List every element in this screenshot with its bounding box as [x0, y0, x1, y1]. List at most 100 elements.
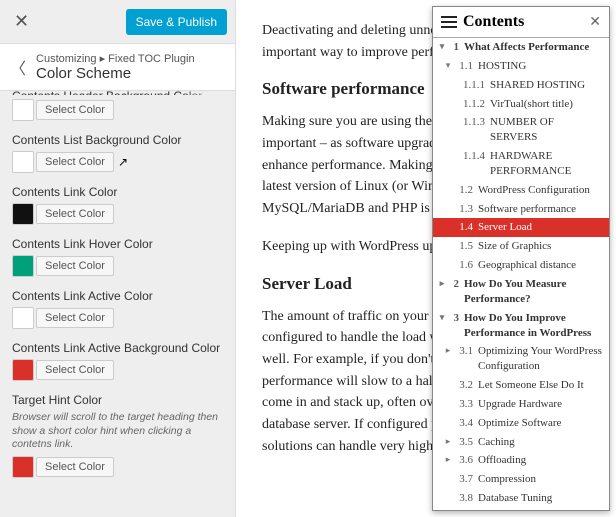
toc-item[interactable]: 1.1.1 SHARED HOSTING	[433, 76, 609, 95]
breadcrumb: Customizing ▸ Fixed TOC Plugin	[36, 52, 195, 65]
toc-item-number: 1.2	[453, 183, 473, 198]
toc-item-label: HARDWARE PERFORMANCE	[490, 149, 603, 179]
select-color-button[interactable]: Select Color	[36, 100, 114, 120]
color-control: Select Color	[12, 255, 223, 277]
color-control: Select Color	[12, 99, 223, 121]
toc-item-number: 1.5	[453, 239, 473, 254]
toc-title: Contents	[463, 13, 589, 31]
toc-item-label: How Do You Measure Performance?	[464, 277, 603, 307]
toc-item[interactable]: ▾1 What Affects Performance	[433, 38, 609, 57]
toc-header: Contents ✕	[433, 7, 609, 38]
select-color-button[interactable]: Select Color	[36, 256, 114, 276]
toc-item[interactable]: ▸3.1Optimizing Your WordPress Configurat…	[433, 342, 609, 376]
toc-item-number: 1.1	[453, 59, 473, 74]
toc-item-label: SHARED HOSTING	[490, 78, 603, 93]
toc-item[interactable]: ▾3 How Do You Improve Performance in Word…	[433, 309, 609, 343]
toc-item-label: Optimize Software	[478, 416, 603, 431]
toc-item[interactable]: ▸2 How Do You Measure Performance?	[433, 275, 609, 309]
toc-item-label: Geographical distance	[478, 258, 603, 273]
toc-item[interactable]: 1.3Software performance	[433, 200, 609, 219]
toc-item-label: VirTual(short title)	[490, 97, 603, 112]
chevron-icon[interactable]: ▾	[443, 59, 453, 71]
section-label: Contents List Background Color	[12, 133, 223, 147]
select-color-button[interactable]: Select Color	[36, 204, 114, 224]
customizer-topbar: ✕ Save & Publish	[0, 0, 235, 44]
toc-item[interactable]: 1.5 Size of Graphics	[433, 237, 609, 256]
toc-item[interactable]: 3.3Upgrade Hardware	[433, 395, 609, 414]
select-color-button[interactable]: Select Color	[36, 360, 114, 380]
toc-item-number: 1	[447, 40, 459, 55]
toc-item-number: 3.6	[453, 453, 473, 468]
color-swatch[interactable]	[12, 456, 34, 478]
toc-item[interactable]: 1.1.3NUMBER OF SERVERS	[433, 113, 609, 147]
color-swatch[interactable]	[12, 99, 34, 121]
page-title: Color Scheme	[36, 65, 195, 82]
toc-item-number: 3.3	[453, 397, 473, 412]
chevron-icon[interactable]: ▸	[443, 344, 453, 356]
toc-item[interactable]: ▸3.6 Offloading	[433, 451, 609, 470]
toc-item-label: What Affects Performance	[464, 40, 603, 55]
color-swatch[interactable]	[12, 255, 34, 277]
toc-item-number: 1.1.4	[453, 149, 485, 164]
toc-item[interactable]: 1.4Server Load	[433, 218, 609, 237]
toc-item[interactable]: 3.7Compression	[433, 470, 609, 489]
toc-item-number: 1.4	[453, 220, 473, 235]
toc-item[interactable]: 3.8Database Tuning	[433, 489, 609, 507]
color-control: Select Color	[12, 203, 223, 225]
chevron-icon[interactable]: ▾	[437, 311, 447, 323]
toc-item[interactable]: 3.2 Let Someone Else Do It	[433, 376, 609, 395]
toc-item-label: Caching	[478, 435, 603, 450]
toc-item[interactable]: 3.4Optimize Software	[433, 414, 609, 433]
color-swatch[interactable]	[12, 151, 34, 173]
toc-item-label: NUMBER OF SERVERS	[490, 115, 603, 145]
toc-item-number: 1.1.1	[453, 78, 485, 93]
toc-item[interactable]: ▸3.5 Caching	[433, 433, 609, 452]
save-publish-button[interactable]: Save & Publish	[126, 9, 227, 35]
color-swatch[interactable]	[12, 203, 34, 225]
chevron-icon[interactable]: ▸	[437, 277, 447, 289]
toc-item-number: 3	[447, 311, 459, 326]
chevron-icon[interactable]: ▾	[437, 40, 447, 52]
toc-item[interactable]: ▾1.1HOSTING	[433, 57, 609, 76]
color-control: Select Color	[12, 456, 223, 478]
toc-item-number: 3.5	[453, 435, 473, 450]
select-color-button[interactable]: Select Color	[36, 152, 114, 172]
toc-item-label: Let Someone Else Do It	[478, 378, 603, 393]
toc-panel: Contents ✕ ▾1What Affects Performance▾1.…	[432, 6, 610, 511]
toc-item-label: WordPress Configuration	[478, 183, 603, 198]
toc-item-label: Size of Graphics	[478, 239, 603, 254]
toc-item[interactable]: 1.2 WordPress Configuration	[433, 181, 609, 200]
color-swatch[interactable]	[12, 359, 34, 381]
toc-item-number: 1.6	[453, 258, 473, 273]
toc-item-number: 3.7	[453, 472, 473, 487]
toc-item-label: Offloading	[478, 453, 603, 468]
section-label-truncated: Contents Header Background Color	[12, 91, 223, 95]
toc-item-number: 3.2	[453, 378, 473, 393]
color-swatch[interactable]	[12, 307, 34, 329]
chevron-icon[interactable]: ▸	[443, 435, 453, 447]
color-control: Select Color	[12, 359, 223, 381]
section-description: Browser will scroll to the target headin…	[12, 411, 223, 452]
color-control: Select Color ↖	[12, 151, 223, 173]
select-color-button[interactable]: Select Color	[36, 457, 114, 477]
toc-item-number: 1.1.2	[453, 97, 485, 112]
toc-item-label: How Do You Improve Performance in WordPr…	[464, 311, 603, 341]
chevron-icon[interactable]: ▸	[443, 453, 453, 465]
toc-item-number: 1.3	[453, 202, 473, 217]
hamburger-icon[interactable]	[441, 13, 457, 31]
section-label: Target Hint Color	[12, 393, 223, 407]
toc-item[interactable]: 1.1.2 VirTual(short title)	[433, 95, 609, 114]
select-color-button[interactable]: Select Color	[36, 308, 114, 328]
section-label: Contents Link Hover Color	[12, 237, 223, 251]
toc-close-icon[interactable]: ✕	[589, 14, 601, 31]
customizer-header: 〈 Customizing ▸ Fixed TOC Plugin Color S…	[0, 44, 235, 91]
toc-body: ▾1What Affects Performance▾1.1HOSTING1.1…	[433, 38, 609, 507]
cursor-icon: ↖	[118, 155, 128, 169]
toc-item[interactable]: 1.6 Geographical distance	[433, 256, 609, 275]
close-icon[interactable]: ✕	[8, 7, 35, 36]
toc-item[interactable]: 1.1.4 HARDWARE PERFORMANCE	[433, 147, 609, 181]
back-icon[interactable]: 〈	[10, 55, 26, 79]
section-label: Contents Link Color	[12, 185, 223, 199]
toc-item-number: 3.1	[453, 344, 473, 359]
toc-item-number: 2	[447, 277, 459, 292]
